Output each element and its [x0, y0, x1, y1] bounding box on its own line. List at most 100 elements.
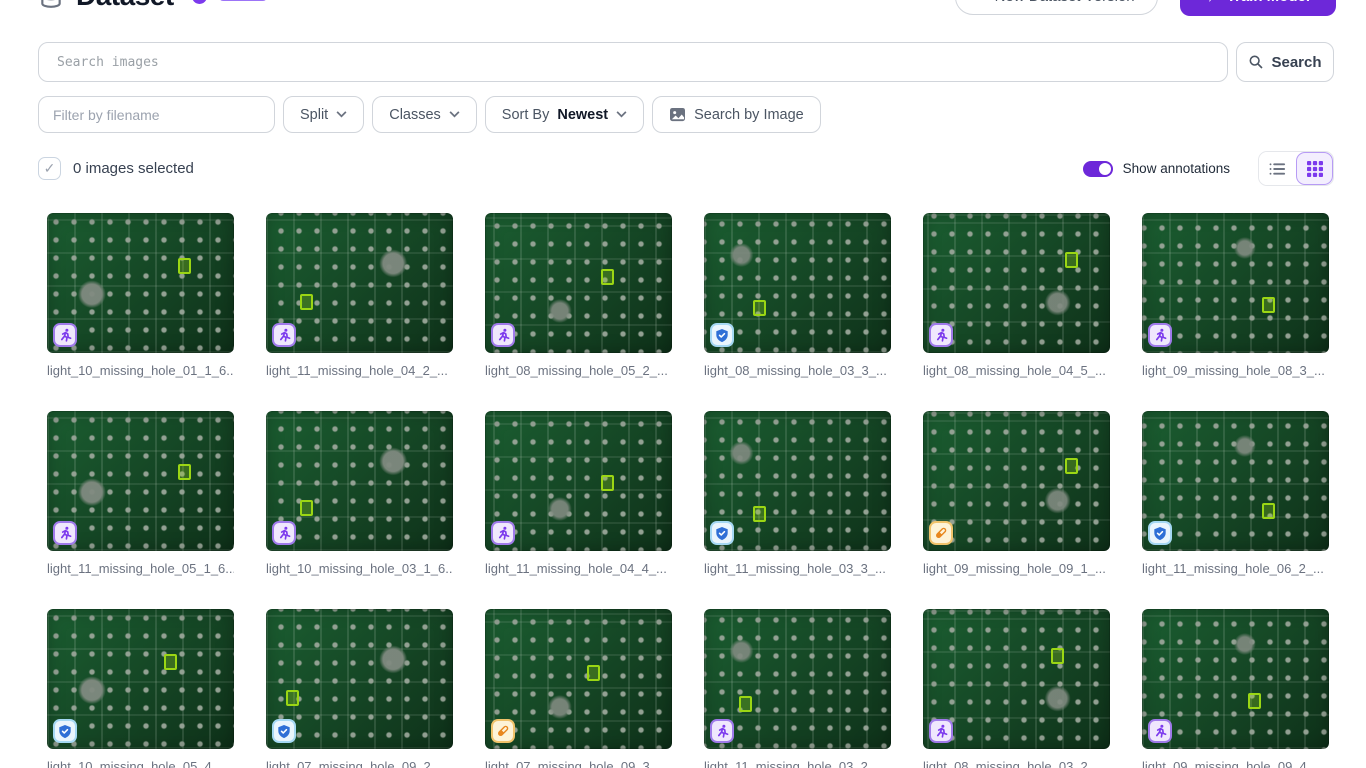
train-model-button[interactable]: Train Model: [1180, 0, 1336, 16]
valid-split-badge-icon: [272, 719, 296, 743]
annotation-box: [601, 475, 614, 491]
view-mode-toggle: [1258, 151, 1334, 186]
annotation-box: [1262, 297, 1275, 313]
pcb-image-thumbnail[interactable]: [923, 609, 1110, 749]
pcb-image-thumbnail[interactable]: [485, 411, 672, 551]
pcb-image-thumbnail[interactable]: [923, 411, 1110, 551]
valid-split-badge-icon: [53, 719, 77, 743]
database-icon: [38, 0, 64, 9]
pcb-image-thumbnail[interactable]: [485, 609, 672, 749]
image-tile[interactable]: light_11_missing_hole_03_2_...: [704, 609, 891, 768]
image-tile[interactable]: light_09_missing_hole_09_4_...: [1142, 609, 1329, 768]
image-filename: light_08_missing_hole_03_2_...: [923, 759, 1110, 768]
image-tile[interactable]: light_11_missing_hole_04_4_...: [485, 411, 672, 576]
annotation-box: [1065, 252, 1078, 268]
train-split-badge-icon: [491, 521, 515, 545]
pcb-image-thumbnail[interactable]: [485, 213, 672, 353]
pcb-image-thumbnail[interactable]: [704, 213, 891, 353]
chevron-down-icon: [449, 111, 460, 118]
train-split-badge-icon: [491, 323, 515, 347]
search-button[interactable]: Search: [1236, 42, 1334, 82]
search-by-image-button[interactable]: Search by Image: [652, 96, 821, 133]
image-tile[interactable]: light_10_missing_hole_01_1_6...: [47, 213, 234, 378]
image-tile[interactable]: light_08_missing_hole_03_3_...: [704, 213, 891, 378]
pcb-image-thumbnail[interactable]: [266, 213, 453, 353]
image-filename: light_09_missing_hole_08_3_...: [1142, 363, 1329, 378]
train-split-badge-icon: [53, 323, 77, 347]
pcb-image-thumbnail[interactable]: [47, 213, 234, 353]
image-filename: light_10_missing_hole_05_4_...: [47, 759, 234, 768]
image-filename: light_11_missing_hole_03_3_...: [704, 561, 891, 576]
image-tile[interactable]: light_08_missing_hole_03_2_...: [923, 609, 1110, 768]
version-label-fragment: [219, 0, 267, 1]
pcb-image-thumbnail[interactable]: [1142, 213, 1329, 353]
image-filename: light_08_missing_hole_04_5_...: [923, 363, 1110, 378]
select-all-checkbox[interactable]: ✓: [38, 157, 61, 180]
pcb-image-thumbnail[interactable]: [1142, 609, 1329, 749]
split-dropdown[interactable]: Split: [283, 96, 364, 133]
pcb-image-thumbnail[interactable]: [704, 609, 891, 749]
filter-row: Split Classes Sort By Newest: [38, 96, 821, 133]
pcb-image-thumbnail[interactable]: [47, 411, 234, 551]
test-split-badge-icon: [491, 719, 515, 743]
image-tile[interactable]: light_07_missing_hole_09_3_...: [485, 609, 672, 768]
annotation-box: [1051, 648, 1064, 664]
train-split-badge-icon: [1148, 323, 1172, 347]
pcb-image-thumbnail[interactable]: [266, 411, 453, 551]
image-filename: light_07_missing_hole_09_2_...: [266, 759, 453, 768]
image-tile[interactable]: light_11_missing_hole_03_3_...: [704, 411, 891, 576]
search-input[interactable]: [38, 42, 1228, 82]
train-split-badge-icon: [929, 323, 953, 347]
annotation-box: [1065, 458, 1078, 474]
image-tile[interactable]: light_10_missing_hole_05_4_...: [47, 609, 234, 768]
picture-icon: [669, 107, 686, 122]
train-split-badge-icon: [53, 521, 77, 545]
show-annotations-label: Show annotations: [1123, 161, 1230, 176]
image-tile[interactable]: light_08_missing_hole_05_2_...: [485, 213, 672, 378]
list-view-button[interactable]: [1259, 152, 1296, 185]
image-filename: light_09_missing_hole_09_4_...: [1142, 759, 1329, 768]
image-filename: light_11_missing_hole_04_2_...: [266, 363, 453, 378]
valid-split-badge-icon: [1148, 521, 1172, 545]
annotation-box: [739, 696, 752, 712]
view-tools: Show annotations: [1083, 151, 1334, 186]
image-filename: light_10_missing_hole_03_1_6...: [266, 561, 453, 576]
pcb-image-thumbnail[interactable]: [1142, 411, 1329, 551]
lightning-bolt-icon: [1206, 0, 1219, 6]
image-filename: light_11_missing_hole_06_2_...: [1142, 561, 1329, 576]
image-tile[interactable]: light_10_missing_hole_03_1_6...: [266, 411, 453, 576]
test-split-badge-icon: [929, 521, 953, 545]
image-tile[interactable]: light_11_missing_hole_05_1_6...: [47, 411, 234, 576]
chevron-down-icon: [616, 111, 627, 118]
show-annotations-toggle[interactable]: [1083, 161, 1113, 177]
plus-icon: +: [978, 0, 987, 5]
sort-value: Newest: [557, 107, 608, 123]
annotation-box: [286, 690, 299, 706]
train-split-badge-icon: [710, 719, 734, 743]
train-split-badge-icon: [272, 323, 296, 347]
pcb-image-thumbnail[interactable]: [704, 411, 891, 551]
image-filename: light_11_missing_hole_03_2_...: [704, 759, 891, 768]
image-tile[interactable]: light_07_missing_hole_09_2_...: [266, 609, 453, 768]
image-tile[interactable]: light_09_missing_hole_08_3_...: [1142, 213, 1329, 378]
train-split-badge-icon: [1148, 719, 1172, 743]
image-tile[interactable]: light_08_missing_hole_04_5_...: [923, 213, 1110, 378]
image-tile[interactable]: light_09_missing_hole_09_1_...: [923, 411, 1110, 576]
header-actions: + New Dataset Version Train Model: [955, 0, 1336, 16]
annotation-box: [300, 294, 313, 310]
new-dataset-version-button[interactable]: + New Dataset Version: [955, 0, 1158, 15]
grid-icon: [1307, 161, 1323, 177]
pcb-image-thumbnail[interactable]: [923, 213, 1110, 353]
toggle-knob: [1099, 163, 1111, 175]
annotation-box: [164, 654, 177, 670]
annotation-box: [1262, 503, 1275, 519]
pcb-image-thumbnail[interactable]: [266, 609, 453, 749]
sort-by-dropdown[interactable]: Sort By Newest: [485, 96, 644, 133]
grid-view-button[interactable]: [1296, 152, 1333, 185]
image-tile[interactable]: light_11_missing_hole_04_2_...: [266, 213, 453, 378]
pcb-image-thumbnail[interactable]: [47, 609, 234, 749]
filter-by-filename-input[interactable]: [38, 96, 275, 133]
train-split-badge-icon: [929, 719, 953, 743]
image-tile[interactable]: light_11_missing_hole_06_2_...: [1142, 411, 1329, 576]
classes-dropdown[interactable]: Classes: [372, 96, 477, 133]
